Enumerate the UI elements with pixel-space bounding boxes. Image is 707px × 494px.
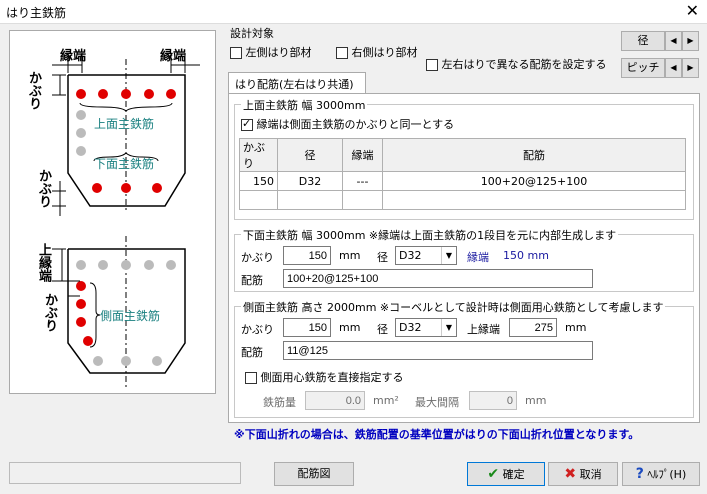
- status-bar: [9, 462, 241, 484]
- edge-right-label: 縁端: [160, 49, 187, 64]
- help-button[interactable]: ? ﾍﾙﾌﾟ(H): [622, 462, 700, 486]
- right-beam-checkbox[interactable]: [336, 47, 348, 59]
- bottom-arr-label: 配筋: [241, 274, 263, 287]
- cover-side-label: かぶり: [42, 293, 57, 332]
- diameter-prev-button[interactable]: ◀: [665, 31, 682, 51]
- pitch-button[interactable]: ピッチ: [621, 58, 665, 78]
- side-bar-label: 側面主鉄筋: [100, 309, 161, 323]
- empty-cell[interactable]: [277, 190, 343, 210]
- max-gap-label: 最大間隔: [415, 396, 459, 409]
- side-upper-edge-unit: mm: [565, 321, 587, 334]
- cell-diameter[interactable]: D32: [277, 171, 343, 191]
- check-icon: ✔: [487, 466, 500, 482]
- diff-arrangement-label: 左右はりで異なる配筋を設定する: [441, 58, 607, 71]
- side-cover-input[interactable]: [283, 318, 331, 337]
- side-cover-unit: mm: [339, 321, 361, 334]
- bottom-dia-value: D32: [399, 249, 422, 262]
- top-group-legend: 上面主鉄筋 幅 3000mm: [241, 97, 368, 113]
- bottom-bar-group: 下面主鉄筋 幅 3000mm ※縁端は上面主鉄筋の1段目を元に内部生成します か…: [234, 227, 694, 292]
- side-cover-label: かぶり: [241, 323, 274, 336]
- cancel-button[interactable]: ✖ 取消: [548, 462, 618, 486]
- same-cover-checkbox[interactable]: [241, 117, 253, 131]
- top-bar-label: 上面主鉄筋: [94, 117, 155, 131]
- ok-button[interactable]: ✔ 確定: [467, 462, 545, 486]
- empty-cell[interactable]: [239, 190, 278, 210]
- max-gap-unit: mm: [525, 394, 547, 407]
- side-upper-edge-label: 上縁端: [467, 323, 500, 336]
- side-bar-group: 側面主鉄筋 高さ 2000mm ※コーベルとして設計時は側面用心鉄筋として考慮し…: [234, 299, 694, 418]
- cover-top-label: かぶり: [26, 71, 41, 110]
- side-group-legend: 側面主鉄筋 高さ 2000mm ※コーベルとして設計時は側面用心鉄筋として考慮し…: [241, 299, 666, 315]
- note-text: ※下面山折れの場合は、鉄筋配置の基準位置がはりの下面山折れ位置となります。: [234, 428, 640, 441]
- direct-option[interactable]: 側面用心鉄筋を直接指定する: [245, 369, 404, 385]
- empty-cell[interactable]: [382, 190, 686, 210]
- rebar-diagram: 縁端 縁端 かぶり 上面主鉄筋 下面主鉄筋 かぶり 上縁端 かぶり 側面主鉄筋: [9, 30, 216, 394]
- diameter-next-button[interactable]: ▶: [682, 31, 699, 51]
- bottom-dia-select[interactable]: D32 ▼: [395, 246, 457, 265]
- bottom-bar-label: 下面主鉄筋: [94, 157, 155, 171]
- col-edge: 縁端: [342, 138, 383, 172]
- bottom-cover-input[interactable]: [283, 246, 331, 265]
- bottom-edge-label: 縁端: [467, 251, 489, 264]
- right-beam-label: 右側はり部材: [351, 46, 418, 59]
- max-gap-input[interactable]: [469, 391, 517, 410]
- side-dia-value: D32: [399, 321, 422, 334]
- bottom-cover-unit: mm: [339, 249, 361, 262]
- design-target-legend: 設計対象: [230, 27, 274, 40]
- side-arr-label: 配筋: [241, 346, 263, 359]
- col-diameter: 径: [277, 138, 343, 172]
- design-target-group: 設計対象 左側はり部材 右側はり部材: [228, 27, 418, 61]
- ok-label: 確定: [502, 468, 525, 481]
- diff-arrangement-checkbox[interactable]: [426, 59, 438, 71]
- bottom-arrangement-input[interactable]: [283, 269, 593, 288]
- cover-bottom-label: かぶり: [36, 169, 51, 208]
- amount-input[interactable]: [305, 391, 365, 410]
- close-icon: ✖: [564, 466, 577, 482]
- empty-cell[interactable]: [342, 190, 383, 210]
- left-beam-checkbox[interactable]: [230, 47, 242, 59]
- direct-label: 側面用心鉄筋を直接指定する: [260, 371, 404, 384]
- chevron-down-icon: ▼: [441, 247, 456, 264]
- layout-diagram-button[interactable]: 配筋図: [274, 462, 354, 486]
- chevron-down-icon: ▼: [441, 319, 456, 336]
- left-beam-label: 左側はり部材: [245, 46, 312, 59]
- help-label: ﾍﾙﾌﾟ(H): [647, 468, 687, 481]
- amount-unit: mm²: [373, 394, 399, 407]
- pitch-prev-button[interactable]: ◀: [665, 58, 682, 78]
- top-bar-table: かぶり 径 縁端 配筋 150 D32 --- 100+20@125+100: [239, 138, 686, 210]
- title-bar: はり主鉄筋 ✕: [0, 0, 707, 24]
- side-upper-edge-input[interactable]: [509, 318, 557, 337]
- close-icon[interactable]: ✕: [686, 1, 699, 20]
- tab-beam-arrangement[interactable]: はり配筋(左右はり共通): [228, 72, 366, 94]
- diameter-button[interactable]: 径: [621, 31, 665, 51]
- bottom-dia-label: 径: [377, 251, 388, 264]
- side-dia-select[interactable]: D32 ▼: [395, 318, 457, 337]
- top-bar-group: 上面主鉄筋 幅 3000mm 縁端は側面主鉄筋のかぶりと同一とする かぶり 径 …: [234, 97, 694, 220]
- left-beam-option[interactable]: 左側はり部材: [230, 44, 312, 60]
- side-dia-label: 径: [377, 323, 388, 336]
- pitch-next-button[interactable]: ▶: [682, 58, 699, 78]
- direct-checkbox[interactable]: [245, 372, 257, 384]
- window-title: はり主鉄筋: [6, 6, 67, 20]
- cell-arrangement[interactable]: 100+20@125+100: [382, 171, 686, 191]
- upper-edge-label: 上縁端: [36, 243, 51, 282]
- same-cover-label: 縁端は側面主鉄筋のかぶりと同一とする: [256, 118, 455, 131]
- cell-cover[interactable]: 150: [239, 171, 278, 191]
- cancel-label: 取消: [579, 468, 602, 481]
- bottom-group-legend: 下面主鉄筋 幅 3000mm ※縁端は上面主鉄筋の1段目を元に内部生成します: [241, 227, 619, 243]
- same-cover-option[interactable]: 縁端は側面主鉄筋のかぶりと同一とする: [241, 116, 454, 132]
- col-cover: かぶり: [239, 138, 278, 172]
- col-arrangement: 配筋: [382, 138, 686, 172]
- bottom-cover-label: かぶり: [241, 251, 274, 264]
- cell-edge[interactable]: ---: [342, 171, 383, 191]
- edge-left-label: 縁端: [60, 49, 87, 64]
- right-beam-option[interactable]: 右側はり部材: [336, 44, 418, 60]
- bottom-edge-value: 150 mm: [503, 249, 549, 262]
- diff-arrangement-option[interactable]: 左右はりで異なる配筋を設定する: [426, 56, 607, 72]
- side-arrangement-input[interactable]: [283, 341, 593, 360]
- amount-label: 鉄筋量: [263, 396, 296, 409]
- question-icon: ?: [635, 466, 644, 482]
